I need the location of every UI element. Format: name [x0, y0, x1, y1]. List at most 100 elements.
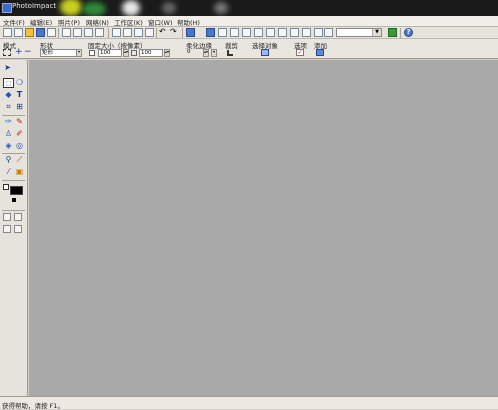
image-tool-icon[interactable] — [254, 28, 263, 37]
help-icon[interactable]: ? — [404, 28, 413, 37]
print-preview-icon[interactable] — [73, 28, 82, 37]
link-icon[interactable] — [131, 50, 137, 56]
taskbar-decoration — [82, 2, 106, 16]
swap-colors-icon[interactable] — [3, 184, 9, 190]
standard-toolbar: ↶ ↷ ▼ ? — [0, 27, 498, 39]
paste-special-icon[interactable] — [145, 28, 154, 37]
height-field[interactable]: 100 — [139, 49, 163, 57]
stamp-tool-icon[interactable]: ♙ — [3, 129, 14, 139]
taskbar-decoration — [214, 2, 228, 14]
chevron-down-icon[interactable]: ▾ — [76, 49, 82, 57]
image-tool-icon[interactable] — [302, 28, 311, 37]
redo-icon[interactable]: ↷ — [170, 28, 179, 37]
cut-icon[interactable] — [112, 28, 121, 37]
view-mode-icon[interactable] — [3, 225, 11, 233]
crop-icon[interactable] — [227, 50, 233, 56]
menu-web[interactable]: 网络(N) — [86, 17, 109, 27]
tool-palette: ➤ ⬚ ❍ ◆ T ⌗ ⊞ ✑ ✎ ♙ ✐ ◈ ◎ ⚲ ⟋ ⁄ ▣ — [0, 60, 28, 396]
enhance-icon[interactable] — [186, 28, 195, 37]
image-tool-icon[interactable] — [314, 28, 323, 37]
new-file-icon[interactable] — [3, 28, 12, 37]
scan-icon[interactable] — [84, 28, 93, 37]
palette-separator — [2, 210, 25, 211]
background-color-swatch[interactable] — [12, 198, 16, 202]
transform-tool-icon[interactable]: ◆ — [3, 90, 14, 100]
menu-help[interactable]: 帮助(H) — [177, 17, 200, 27]
document-icon[interactable] — [47, 28, 56, 37]
save-icon[interactable] — [36, 28, 45, 37]
brush-tool-icon[interactable]: ✎ — [14, 117, 25, 127]
menu-file[interactable]: 文件(F) — [3, 17, 25, 27]
image-tool-icon[interactable] — [218, 28, 227, 37]
new-web-page-icon[interactable] — [14, 28, 23, 37]
menu-workspace[interactable]: 工作区(K) — [114, 17, 143, 27]
undo-icon[interactable]: ↶ — [159, 28, 168, 37]
print-icon[interactable] — [62, 28, 71, 37]
menu-edit[interactable]: 编辑(E) — [30, 17, 52, 27]
fill-tool-icon[interactable]: ◎ — [14, 141, 25, 151]
open-folder-icon[interactable] — [25, 28, 34, 37]
image-tool-icon[interactable] — [242, 28, 251, 37]
crop-label: 裁剪 — [225, 42, 238, 50]
image-tool-icon[interactable] — [278, 28, 287, 37]
width-stepper[interactable]: ▴▾ — [123, 49, 129, 57]
view-mode-icon[interactable] — [14, 225, 22, 233]
grid-tool-icon[interactable]: ⊞ — [14, 102, 25, 112]
zoom-dropdown[interactable]: ▼ — [336, 28, 382, 37]
paint-tool-icon[interactable]: ✑ — [3, 117, 14, 127]
menu-window[interactable]: 窗口(W) — [148, 17, 173, 27]
menu-photo[interactable]: 照片(P) — [58, 17, 80, 27]
image-tool-icon[interactable] — [324, 28, 333, 37]
image-tool-icon[interactable] — [290, 28, 299, 37]
palette-separator — [2, 180, 25, 181]
crop-tool-icon[interactable]: ⌗ — [3, 102, 14, 112]
copy-icon[interactable] — [123, 28, 132, 37]
lasso-tool-icon[interactable]: ❍ — [14, 78, 25, 88]
taskbar-decoration — [122, 0, 140, 16]
camera-icon[interactable] — [206, 28, 215, 37]
title-bar: PhotoImpact — [0, 0, 498, 16]
select-object-icon[interactable] — [261, 49, 269, 56]
subtract-selection-icon[interactable]: − — [24, 47, 32, 57]
image-tool-icon[interactable] — [230, 28, 239, 37]
soft-edge-field[interactable]: 0 — [186, 49, 199, 57]
paste-icon[interactable] — [134, 28, 143, 37]
taskbar-decoration — [60, 0, 82, 16]
menu-bar: 文件(F) 编辑(E) 照片(P) 网络(N) 工作区(K) 窗口(W) 帮助(… — [0, 16, 498, 27]
text-tool-icon[interactable]: T — [14, 90, 25, 100]
view-mode-icon[interactable] — [3, 213, 11, 221]
toolbar-separator — [58, 28, 59, 38]
toolbar-separator — [182, 28, 183, 38]
capture-icon[interactable] — [95, 28, 104, 37]
zoom-tool-icon[interactable]: ⚲ — [3, 155, 14, 165]
eyedropper-tool-icon[interactable]: ⟋ — [14, 155, 25, 165]
status-bar: 获得帮助，请按 F1。 — [0, 396, 498, 410]
toolbar-separator — [400, 28, 401, 38]
fixed-size-checkbox[interactable] — [89, 50, 95, 56]
soft-edge-stepper[interactable]: ▴▾ — [203, 49, 209, 57]
height-stepper[interactable]: ▴▾ — [164, 49, 170, 57]
foreground-color-swatch[interactable] — [10, 186, 23, 195]
checkmark-icon[interactable]: ✓ — [296, 49, 304, 56]
toolbar-separator — [156, 28, 157, 38]
width-field[interactable]: 100 — [98, 49, 122, 57]
retouch-tool-icon[interactable]: ✐ — [14, 129, 25, 139]
chevron-down-icon[interactable]: ▼ — [372, 29, 381, 36]
add-object-icon[interactable] — [316, 49, 324, 56]
toolbar-separator — [108, 28, 109, 38]
eraser-tool-icon[interactable]: ◈ — [3, 141, 14, 151]
palette-separator — [2, 115, 25, 116]
workspace[interactable] — [29, 60, 498, 396]
chevron-down-icon[interactable]: ▾ — [211, 49, 217, 57]
taskbar-decoration — [162, 2, 176, 14]
add-selection-icon[interactable]: + — [15, 47, 23, 57]
line-tool-icon[interactable]: ⁄ — [3, 167, 14, 177]
view-mode-icon[interactable] — [14, 213, 22, 221]
go-icon[interactable] — [388, 28, 397, 37]
new-selection-icon[interactable] — [3, 49, 11, 56]
attribute-toolbar: 模式 + − 形状 矩形 ▾ 固定大小（按像素） 100 ▴▾ 100 ▴▾ 柔… — [0, 39, 498, 59]
image-tool-icon[interactable]: ▣ — [14, 167, 25, 177]
pick-tool-icon[interactable]: ➤ — [2, 63, 13, 73]
image-tool-icon[interactable] — [266, 28, 275, 37]
marquee-tool-icon[interactable]: ⬚ — [3, 78, 14, 88]
